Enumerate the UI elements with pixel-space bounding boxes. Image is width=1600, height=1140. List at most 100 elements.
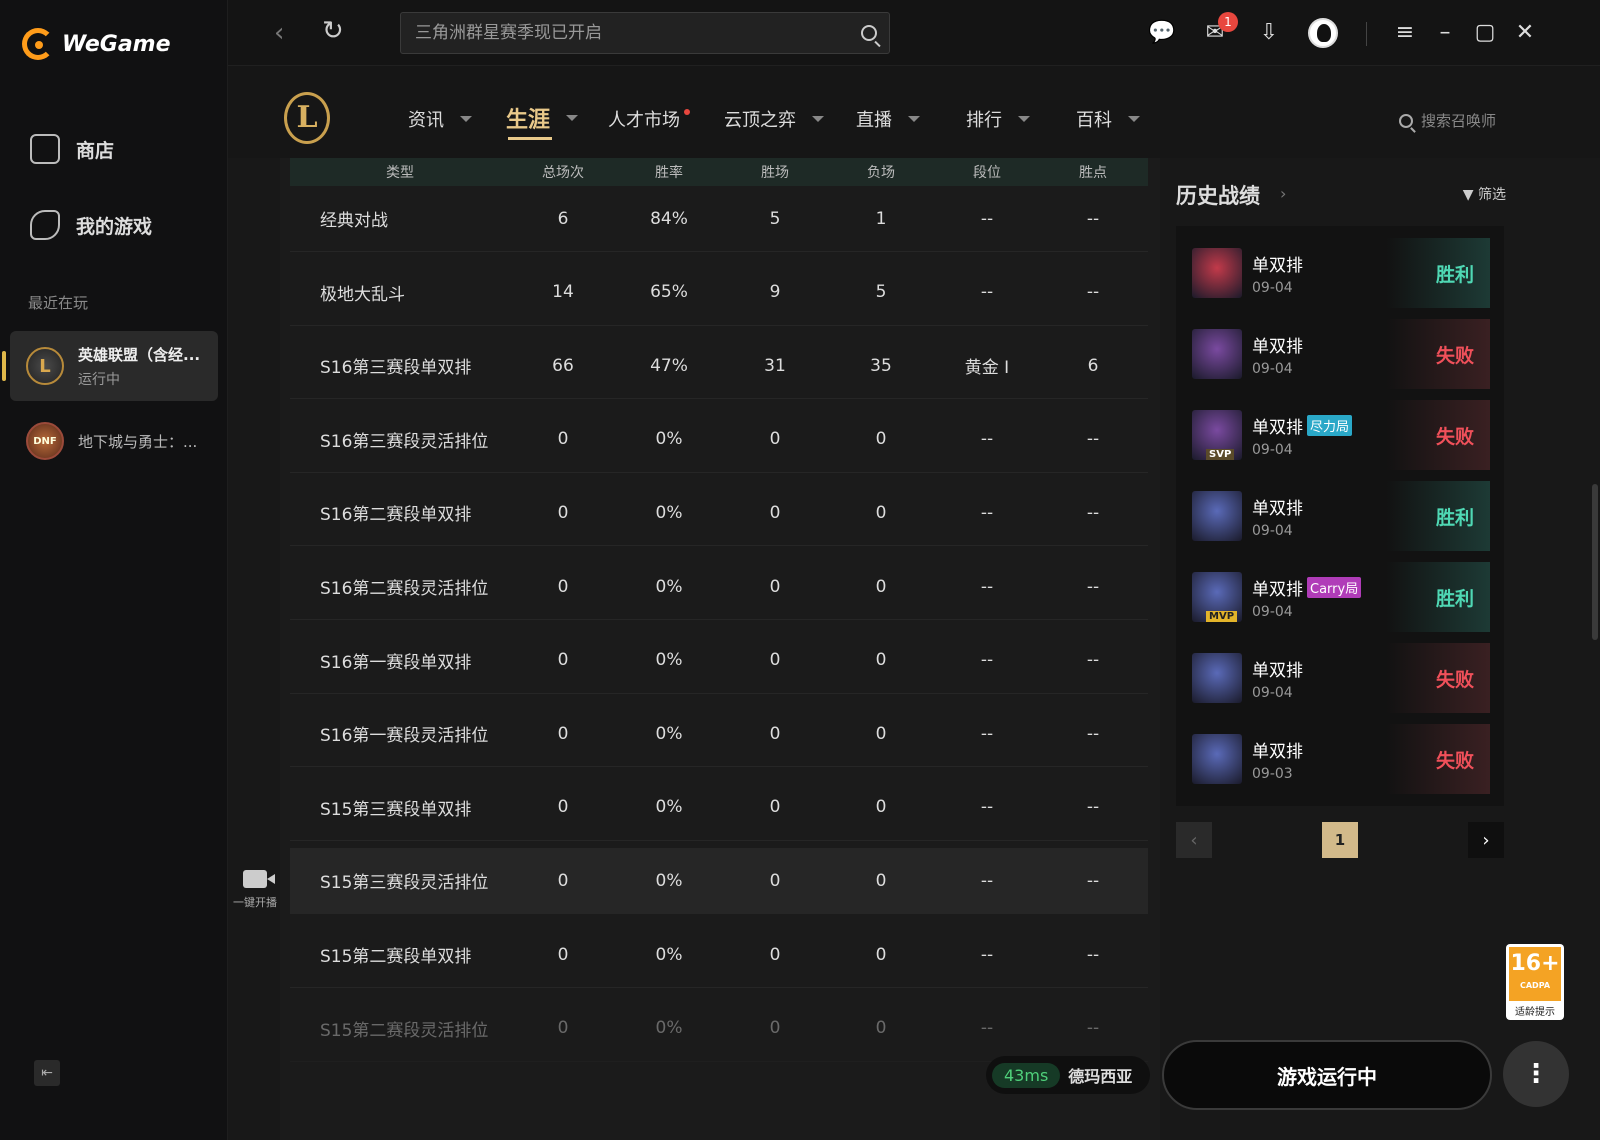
lol-game-icon: L bbox=[26, 347, 64, 385]
table-cell: 0 bbox=[769, 723, 781, 744]
match-item[interactable]: 单双排 09-04 胜利 bbox=[1192, 481, 1490, 551]
table-row[interactable]: 极地大乱斗 14 65% 9 5 -- -- bbox=[290, 260, 1148, 326]
download-icon[interactable]: ⇩ bbox=[1256, 20, 1282, 46]
table-cell: 65% bbox=[650, 282, 688, 303]
minimize-icon[interactable]: – bbox=[1432, 20, 1458, 46]
history-title[interactable]: 历史战绩 bbox=[1176, 180, 1260, 210]
table-cell: -- bbox=[1086, 208, 1100, 229]
table-row[interactable]: S16第二赛段灵活排位 0 0% 0 0 -- -- bbox=[290, 554, 1148, 620]
match-item[interactable]: 单双排 09-04 胜利 bbox=[1192, 238, 1490, 308]
tab-live[interactable]: 直播 bbox=[856, 106, 920, 132]
table-cell: 1 bbox=[875, 208, 887, 229]
more-options-button[interactable]: ⋮ bbox=[1503, 1041, 1569, 1107]
column-header: 段位 bbox=[973, 165, 1001, 181]
table-cell: 0% bbox=[655, 576, 683, 597]
filter-button[interactable]: ▼ 筛选 bbox=[1463, 184, 1506, 204]
table-cell: -- bbox=[980, 429, 994, 450]
table-cell: 0% bbox=[655, 502, 683, 523]
table-row[interactable]: S16第三赛段单双排 66 47% 31 35 黄金 Ⅰ 6 bbox=[290, 333, 1148, 400]
table-row[interactable]: S16第三赛段灵活排位 0 0% 0 0 -- -- bbox=[290, 407, 1148, 473]
table-row[interactable]: S15第二赛段灵活排位 0 0% 0 0 -- -- bbox=[290, 996, 1148, 1062]
match-mode: 单双排 bbox=[1252, 336, 1303, 357]
refresh-button[interactable]: ↻ bbox=[322, 16, 344, 46]
table-row[interactable]: 经典对战 6 84% 5 1 -- -- bbox=[290, 186, 1148, 252]
shop-bag-icon bbox=[30, 134, 60, 164]
table-row[interactable]: S16第一赛段单双排 0 0% 0 0 -- -- bbox=[290, 628, 1148, 694]
tab-career[interactable]: 生涯 bbox=[506, 102, 579, 140]
table-cell: 0 bbox=[769, 944, 781, 965]
table-cell: 0% bbox=[655, 1018, 683, 1039]
match-item[interactable]: 单双排 09-03 失败 bbox=[1192, 724, 1490, 794]
tab-label: 直播 bbox=[856, 110, 892, 131]
table-cell: 0 bbox=[769, 1018, 781, 1039]
table-cell: 0 bbox=[557, 797, 569, 818]
table-row[interactable]: S15第二赛段单双排 0 0% 0 0 -- -- bbox=[290, 922, 1148, 988]
match-item[interactable]: MVP 单双排 Carry局 09-04 胜利 bbox=[1192, 562, 1490, 632]
table-cell: -- bbox=[1086, 944, 1100, 965]
launch-button[interactable]: 游戏运行中 bbox=[1162, 1040, 1492, 1110]
table-cell: -- bbox=[980, 502, 994, 523]
top-bar: ‹ ↻ 三角洲群星赛季现已开启 💬 ✉ 1 ⇩ ≡ – ▢ ✕ bbox=[228, 0, 1600, 66]
match-item[interactable]: SVP 单双排 尽力局 09-04 失败 bbox=[1192, 400, 1490, 470]
menu-icon[interactable]: ≡ bbox=[1392, 20, 1418, 46]
new-dot bbox=[684, 109, 690, 115]
maximize-icon[interactable]: ▢ bbox=[1472, 20, 1498, 46]
search-input[interactable]: 三角洲群星赛季现已开启 bbox=[400, 12, 890, 54]
match-date: 09-03 bbox=[1252, 765, 1293, 782]
recent-game-dnf[interactable]: DNF 地下城与勇士：... bbox=[10, 406, 218, 476]
table-cell: 84% bbox=[650, 208, 688, 229]
sidebar-item-my-games[interactable]: 我的游戏 bbox=[30, 210, 152, 240]
table-cell: 66 bbox=[552, 355, 574, 376]
recent-game-lol[interactable]: L 英雄联盟（含经... 运行中 bbox=[2, 331, 218, 401]
scrollbar[interactable] bbox=[1592, 484, 1598, 640]
table-row[interactable]: S16第二赛段单双排 0 0% 0 0 -- -- bbox=[290, 480, 1148, 547]
table-cell: 0 bbox=[557, 944, 569, 965]
back-button[interactable]: ‹ bbox=[274, 18, 284, 48]
table-cell: S16第三赛段单双排 bbox=[320, 358, 472, 379]
table-cell: -- bbox=[1086, 650, 1100, 671]
summoner-search[interactable]: 搜索召唤师 bbox=[1398, 110, 1496, 131]
collapse-sidebar-button[interactable]: ⇤ bbox=[34, 1060, 60, 1086]
match-date: 09-04 bbox=[1252, 441, 1293, 458]
chevron-down-icon bbox=[908, 116, 920, 122]
age-org: CADPA bbox=[1519, 981, 1551, 990]
chevron-right-icon[interactable]: › bbox=[1280, 184, 1286, 203]
table-row[interactable]: S15第三赛段灵活排位 0 0% 0 0 -- -- bbox=[290, 848, 1148, 915]
chevron-down-icon bbox=[1018, 116, 1030, 122]
match-item[interactable]: 单双排 09-04 失败 bbox=[1192, 643, 1490, 713]
server-status[interactable]: 43ms 德玛西亚 bbox=[986, 1056, 1150, 1094]
one-click-stream-button[interactable]: 一键开播 bbox=[228, 870, 282, 910]
lol-logo-icon[interactable]: L bbox=[284, 92, 330, 144]
prev-page-button[interactable]: ‹ bbox=[1176, 822, 1212, 858]
tab-rank[interactable]: 排行 bbox=[966, 106, 1030, 132]
tab-label: 云顶之弈 bbox=[724, 110, 796, 131]
table-cell: 0 bbox=[557, 870, 569, 891]
sidebar-item-label: 商店 bbox=[76, 139, 115, 162]
table-cell: 0 bbox=[875, 723, 887, 744]
tab-news[interactable]: 资讯 bbox=[408, 106, 472, 132]
tab-talent-market[interactable]: 人才市场 bbox=[608, 106, 690, 132]
sidebar-item-shop[interactable]: 商店 bbox=[30, 134, 114, 164]
match-item[interactable]: 单双排 09-04 失败 bbox=[1192, 319, 1490, 389]
table-cell: -- bbox=[980, 723, 994, 744]
tab-tft[interactable]: 云顶之弈 bbox=[724, 106, 824, 132]
champion-avatar bbox=[1192, 734, 1242, 784]
table-cell: 0 bbox=[769, 502, 781, 523]
tab-wiki[interactable]: 百科 bbox=[1076, 106, 1140, 132]
search-icon[interactable] bbox=[861, 25, 877, 41]
column-header: 总场次 bbox=[542, 165, 584, 181]
column-header: 胜率 bbox=[655, 165, 683, 181]
close-icon[interactable]: ✕ bbox=[1512, 20, 1538, 46]
chat-icon[interactable]: 💬 bbox=[1148, 20, 1175, 46]
table-row[interactable]: S15第三赛段单双排 0 0% 0 0 -- -- bbox=[290, 775, 1148, 841]
match-result: 失败 bbox=[1386, 319, 1490, 389]
table-row[interactable]: S16第一赛段灵活排位 0 0% 0 0 -- -- bbox=[290, 701, 1148, 768]
match-mode: 单双排 bbox=[1252, 498, 1303, 519]
table-cell: 0 bbox=[769, 797, 781, 818]
current-page[interactable]: 1 bbox=[1322, 822, 1358, 858]
column-header: 胜场 bbox=[761, 165, 789, 181]
avatar[interactable] bbox=[1308, 18, 1338, 48]
next-page-button[interactable]: › bbox=[1468, 822, 1504, 858]
wegame-logo[interactable]: WeGame bbox=[22, 28, 171, 60]
mail-icon[interactable]: ✉ 1 bbox=[1202, 12, 1238, 46]
